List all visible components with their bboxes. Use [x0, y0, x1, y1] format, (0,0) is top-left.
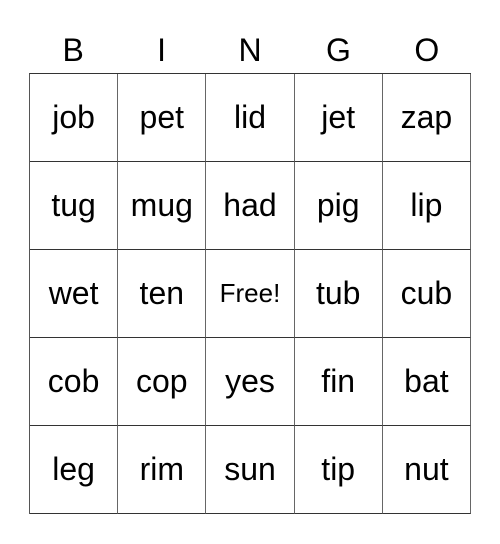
header-letter-o: O	[414, 32, 440, 68]
bingo-cell: tip	[294, 426, 383, 514]
bingo-cell: cop	[118, 338, 207, 426]
bingo-cell: nut	[382, 426, 471, 514]
bingo-cell: cob	[30, 338, 119, 426]
bingo-card-grid: job pet lid jet zap tug mug had pig lip …	[29, 73, 471, 514]
bingo-cell: jet	[294, 74, 383, 162]
bingo-cell: leg	[30, 426, 119, 514]
bingo-cell: fin	[294, 338, 383, 426]
bingo-cell: sun	[206, 426, 295, 514]
bingo-cell: rim	[118, 426, 207, 514]
header-letter-b: B	[62, 32, 84, 68]
header-letter-i: I	[157, 32, 167, 68]
bingo-cell: pet	[118, 74, 207, 162]
bingo-cell: pig	[294, 162, 383, 250]
bingo-cell: wet	[30, 250, 119, 338]
bingo-cell: job	[30, 74, 119, 162]
bingo-cell: lid	[206, 74, 295, 162]
header-letter-n: N	[238, 32, 262, 68]
free-space-cell: Free!	[206, 250, 295, 338]
bingo-cell: ten	[118, 250, 207, 338]
bingo-cell: had	[206, 162, 295, 250]
bingo-cell: yes	[206, 338, 295, 426]
bingo-cell: bat	[382, 338, 471, 426]
bingo-cell: cub	[382, 250, 471, 338]
bingo-cell: tub	[294, 250, 383, 338]
bingo-cell: lip	[382, 162, 471, 250]
bingo-cell: tug	[30, 162, 119, 250]
bingo-header: B I N G O	[29, 28, 471, 72]
header-letter-g: G	[325, 32, 351, 68]
bingo-cell: zap	[382, 74, 471, 162]
bingo-cell: mug	[118, 162, 207, 250]
